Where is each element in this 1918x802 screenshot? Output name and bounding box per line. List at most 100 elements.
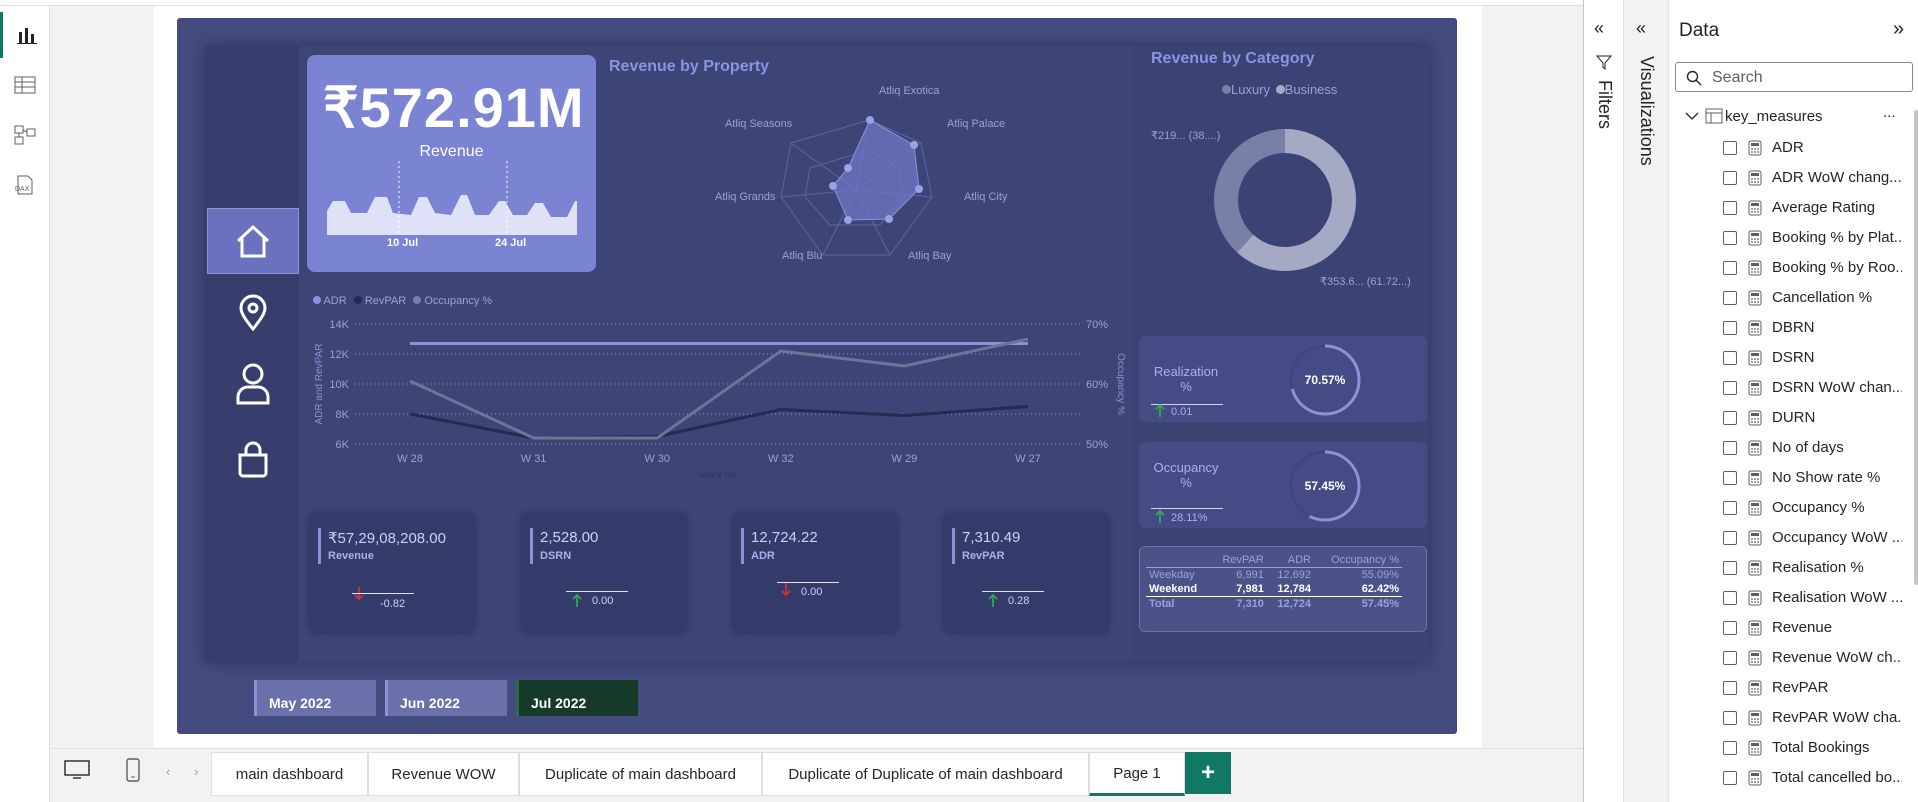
field-checkbox[interactable]: [1723, 141, 1737, 155]
field-item[interactable]: DBRN: [1669, 313, 1909, 343]
field-item[interactable]: Occupancy WoW ...: [1669, 523, 1909, 553]
field-checkbox[interactable]: [1723, 741, 1737, 755]
nav-home-button[interactable]: [207, 208, 299, 274]
field-item[interactable]: DURN: [1669, 403, 1909, 433]
field-name: Booking % by Roo...: [1772, 259, 1902, 276]
card-value: 2,528.00: [540, 529, 599, 546]
field-item[interactable]: RevPAR WoW cha...: [1669, 703, 1909, 733]
nav-location-button[interactable]: [207, 280, 299, 346]
field-checkbox[interactable]: [1723, 591, 1737, 605]
table-header[interactable]: Occupancy %: [1314, 553, 1402, 568]
calculator-icon: [1747, 140, 1763, 160]
data-pane-scrollbar[interactable]: [1914, 110, 1918, 585]
kpi-card-revenue[interactable]: ₹57,29,08,208.00 Revenue -0.82: [310, 514, 474, 632]
dax-view-button[interactable]: DAX: [0, 162, 50, 208]
kpi-card-adr[interactable]: 12,724.22 ADR 0.00: [733, 514, 897, 632]
tab-duplicate-duplicate[interactable]: Duplicate of Duplicate of main dashboard: [762, 752, 1089, 796]
month-jun-button[interactable]: Jun 2022: [385, 680, 507, 716]
search-input[interactable]: Search: [1675, 62, 1913, 92]
field-item[interactable]: Booking % by Plat...: [1669, 223, 1909, 253]
field-checkbox[interactable]: [1723, 471, 1737, 485]
expand-visualizations-icon[interactable]: «: [1636, 18, 1646, 39]
calculator-icon: [1747, 350, 1763, 370]
table-cell: 7,310: [1236, 598, 1264, 610]
field-checkbox[interactable]: [1723, 501, 1737, 515]
report-view-button[interactable]: [0, 12, 50, 58]
next-page-icon[interactable]: ›: [194, 764, 198, 779]
field-checkbox[interactable]: [1723, 681, 1737, 695]
table-header[interactable]: ADR: [1267, 553, 1314, 568]
field-item[interactable]: DSRN WoW chan...: [1669, 373, 1909, 403]
chevron-down-icon[interactable]: [1685, 110, 1699, 124]
calculator-icon: [1747, 260, 1763, 280]
nav-user-button[interactable]: [207, 350, 299, 416]
search-icon: [1686, 70, 1702, 86]
field-item[interactable]: Revenue WoW ch...: [1669, 643, 1909, 673]
kpi-card-revpar[interactable]: 7,310.49 RevPAR 0.28: [944, 514, 1108, 632]
field-item[interactable]: Average Rating: [1669, 193, 1909, 223]
field-item[interactable]: ADR WoW chang...: [1669, 163, 1909, 193]
field-item[interactable]: Realisation %: [1669, 553, 1909, 583]
mobile-layout-button[interactable]: [126, 758, 140, 787]
month-jul-button[interactable]: Jul 2022: [516, 680, 638, 716]
field-checkbox[interactable]: [1723, 441, 1737, 455]
field-checkbox[interactable]: [1723, 291, 1737, 305]
field-checkbox[interactable]: [1723, 171, 1737, 185]
revenue-kpi-card[interactable]: ₹572.91M Revenue 10 Jul 24 Jul: [307, 55, 596, 272]
field-checkbox[interactable]: [1723, 231, 1737, 245]
field-item[interactable]: Booking % by Roo...: [1669, 253, 1909, 283]
field-item[interactable]: Cancellation %: [1669, 283, 1909, 313]
field-item[interactable]: No Show rate %: [1669, 463, 1909, 493]
field-checkbox[interactable]: [1723, 621, 1737, 635]
field-checkbox[interactable]: [1723, 381, 1737, 395]
table-view-button[interactable]: [0, 62, 50, 108]
prev-page-icon[interactable]: ‹: [166, 764, 170, 779]
field-checkbox[interactable]: [1723, 531, 1737, 545]
field-checkbox[interactable]: [1723, 351, 1737, 365]
field-checkbox[interactable]: [1723, 411, 1737, 425]
desktop-layout-button[interactable]: [64, 760, 90, 785]
weekday-weekend-table[interactable]: RevPAR ADR Occupancy % Weekday 6,991 12,…: [1139, 546, 1427, 632]
tab-revenue-wow[interactable]: Revenue WOW: [368, 752, 519, 796]
realization-card[interactable]: Realization % 0.01 70.57%: [1139, 336, 1427, 422]
field-item[interactable]: No of days: [1669, 433, 1909, 463]
donut-label-bottom: ₹353.6... (61.72...): [1320, 276, 1411, 288]
kpi-card-dsrn[interactable]: 2,528.00 DSRN 0.00: [522, 514, 686, 632]
field-checkbox[interactable]: [1723, 321, 1737, 335]
field-item[interactable]: Realisation WoW ...: [1669, 583, 1909, 613]
field-checkbox[interactable]: [1723, 771, 1737, 785]
nav-bag-button[interactable]: [207, 426, 299, 492]
field-item[interactable]: ADR: [1669, 133, 1909, 163]
field-item[interactable]: Total cancelled bo...: [1669, 763, 1909, 793]
table-header[interactable]: RevPAR: [1210, 553, 1266, 568]
visualizations-label[interactable]: Visualizations: [1636, 56, 1657, 166]
field-checkbox[interactable]: [1723, 261, 1737, 275]
field-item[interactable]: Revenue: [1669, 613, 1909, 643]
model-view-button[interactable]: [0, 112, 50, 158]
tab-main-dashboard[interactable]: main dashboard: [211, 752, 368, 796]
location-pin-icon: [239, 294, 267, 332]
tab-page-1[interactable]: Page 1: [1089, 752, 1185, 796]
field-item[interactable]: RevPAR: [1669, 673, 1909, 703]
field-checkbox[interactable]: [1723, 201, 1737, 215]
month-may-button[interactable]: May 2022: [254, 680, 376, 716]
field-checkbox[interactable]: [1723, 711, 1737, 725]
table-cell: 12,724: [1277, 598, 1312, 610]
field-item[interactable]: Occupancy %: [1669, 493, 1909, 523]
field-checkbox[interactable]: [1723, 651, 1737, 665]
tab-duplicate-main[interactable]: Duplicate of main dashboard: [519, 752, 762, 796]
weekly-kpi-line-chart[interactable]: 14K 12K 10K 8K 6K 70% 60% 50% W 28 W 31 W 30 W 32 W …: [310, 312, 1130, 482]
filters-label[interactable]: Filters: [1594, 80, 1615, 129]
add-page-button[interactable]: +: [1185, 752, 1231, 794]
field-item[interactable]: DSRN: [1669, 343, 1909, 373]
field-item[interactable]: Total Bookings: [1669, 733, 1909, 763]
revenue-by-category-donut[interactable]: [1210, 120, 1360, 280]
occupancy-card[interactable]: Occupancy % 28.11% 57.45%: [1139, 442, 1427, 528]
collapse-data-icon[interactable]: »: [1893, 18, 1904, 41]
table-name[interactable]: key_measures: [1725, 108, 1823, 125]
y2-tick-label: 60%: [1086, 379, 1108, 391]
more-options-icon[interactable]: ...: [1883, 104, 1896, 121]
calculator-icon: [1747, 470, 1763, 490]
field-checkbox[interactable]: [1723, 561, 1737, 575]
collapse-filters-icon[interactable]: «: [1594, 18, 1604, 39]
